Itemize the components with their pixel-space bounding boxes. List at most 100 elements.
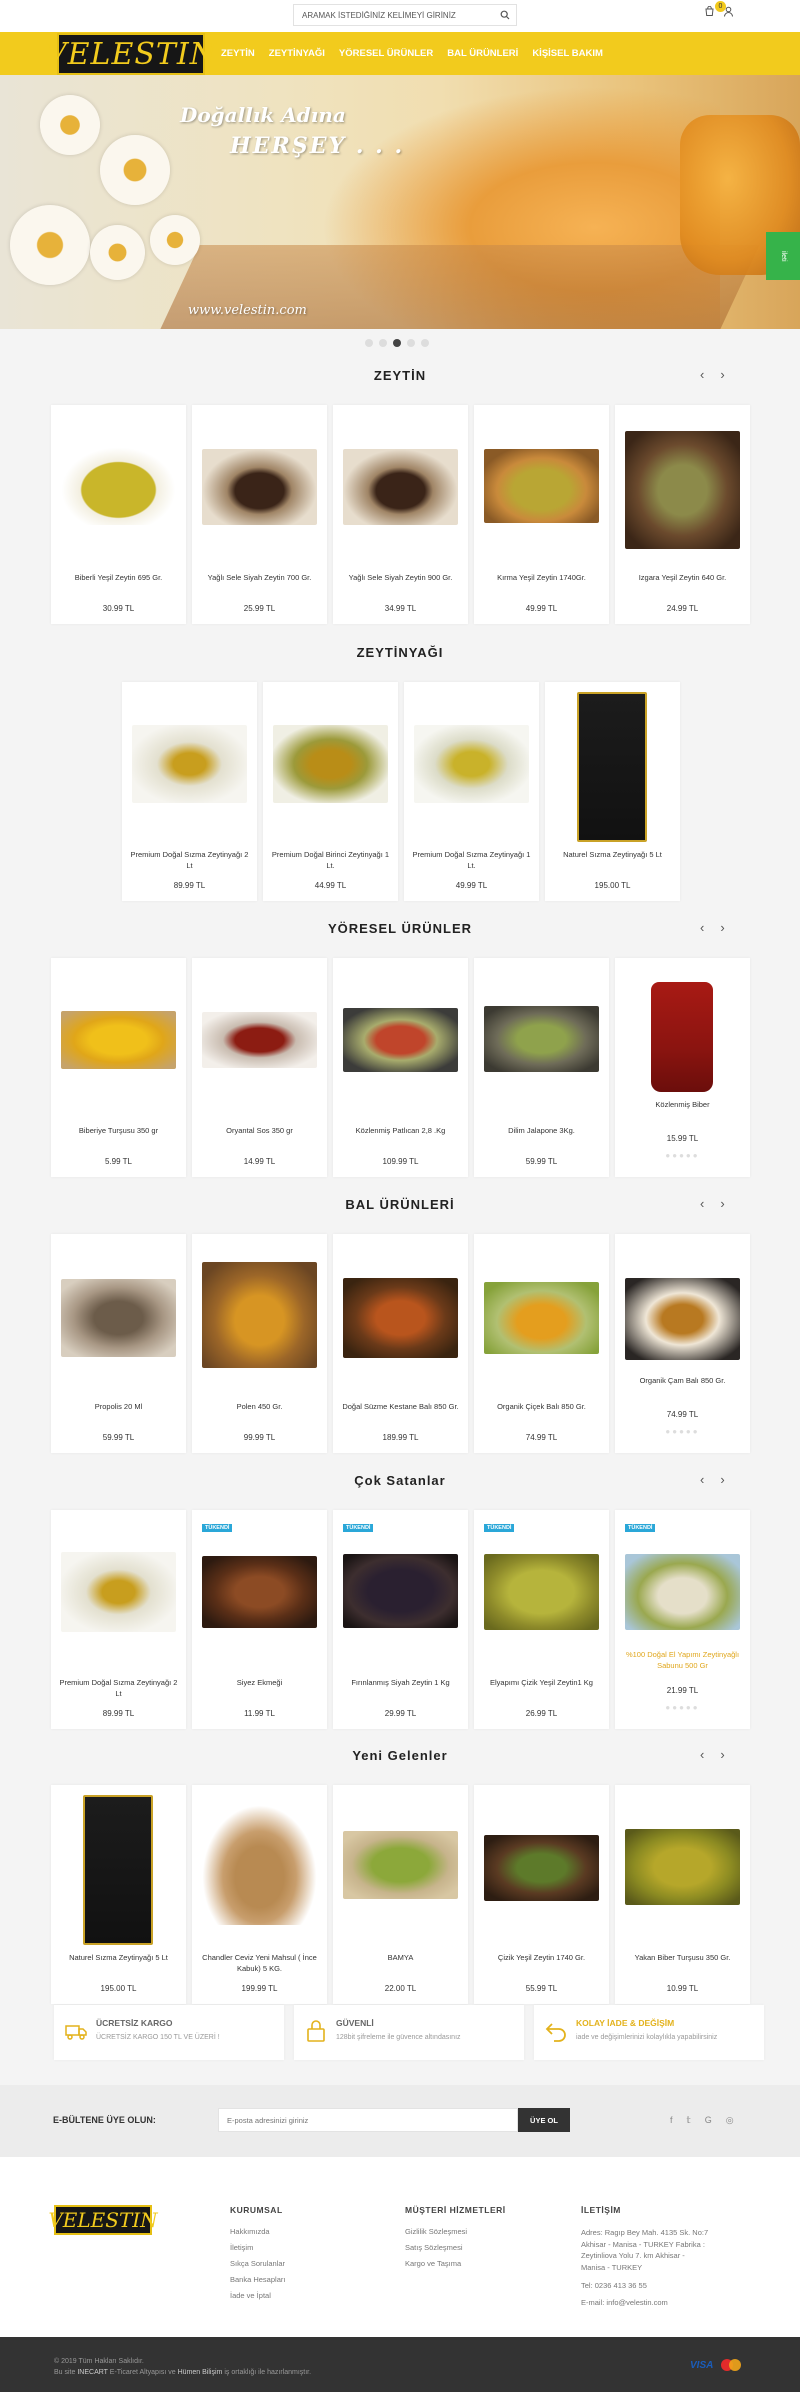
product-card[interactable]: Organik Çam Balı 850 Gr. 74.99 TL ●●●●● xyxy=(615,1234,750,1453)
product-card[interactable]: Çizik Yeşil Zeytin 1740 Gr. 55.99 TL xyxy=(474,1785,609,2004)
chevron-left-icon[interactable]: ‹ xyxy=(700,1472,704,1487)
product-name: Organik Çam Balı 850 Gr. xyxy=(639,1376,726,1385)
product-card[interactable]: Premium Doğal Sızma Zeytinyağı 2 Lt 89.9… xyxy=(51,1510,186,1729)
product-card[interactable]: TÜKENDİ %100 Doğal El Yapımı Zeytinyağlı… xyxy=(615,1510,750,1729)
chevron-left-icon[interactable]: ‹ xyxy=(700,1196,704,1211)
product-card[interactable]: Premium Doğal Sızma Zeytinyağı 2 Lt 89.9… xyxy=(122,682,257,901)
credit-brand-humen[interactable]: Hümen Bilişim xyxy=(178,2369,223,2376)
product-name: Közlenmiş Patlıcan 2,8 .Kg xyxy=(355,1126,446,1135)
footer-link[interactable]: Banka Hesapları xyxy=(230,2275,285,2284)
product-price: 30.99 TL xyxy=(102,604,135,613)
search-input[interactable] xyxy=(294,5,494,25)
slider-dot[interactable] xyxy=(365,339,373,347)
out-of-stock-badge: TÜKENDİ xyxy=(625,1524,656,1532)
product-price: 25.99 TL xyxy=(243,604,276,613)
product-card[interactable]: Polen 450 Gr. 99.99 TL xyxy=(192,1234,327,1453)
product-name: Premium Doğal Sızma Zeytinyağı 2 Lt xyxy=(130,850,249,870)
menu-item-yoresel-urunler[interactable]: YÖRESEL ÜRÜNLER xyxy=(332,48,440,59)
footer-link[interactable]: İletişim xyxy=(230,2243,285,2252)
product-card[interactable]: Biberiye Turşusu 350 gr 5.99 TL xyxy=(51,958,186,1177)
chevron-right-icon[interactable]: › xyxy=(720,1747,724,1762)
chevron-right-icon[interactable]: › xyxy=(720,1196,724,1211)
return-arrow-icon xyxy=(545,2023,566,2042)
newsletter-email-input[interactable] xyxy=(218,2108,518,2132)
footer-link[interactable]: Kargo ve Taşıma xyxy=(405,2259,506,2268)
product-card[interactable]: BAMYA 22.00 TL xyxy=(333,1785,468,2004)
footer-link[interactable]: Sıkça Sorulanlar xyxy=(230,2259,285,2268)
menu-item-bal-urunleri[interactable]: BAL ÜRÜNLERİ xyxy=(440,48,525,59)
carousel-arrows: ‹ › xyxy=(700,1747,725,1762)
product-card[interactable]: TÜKENDİ Elyapımı Çizik Yeşil Zeytin1 Kg … xyxy=(474,1510,609,1729)
product-card[interactable]: Oryantal Sos 350 gr 14.99 TL xyxy=(192,958,327,1177)
cart-icon[interactable] xyxy=(704,6,715,17)
product-card[interactable]: Izgara Yeşil Zeytin 640 Gr. 24.99 TL xyxy=(615,405,750,624)
product-card[interactable]: Naturel Sızma Zeytinyağı 5 Lt 195.00 TL xyxy=(51,1785,186,2004)
footer-link[interactable]: İade ve İptal xyxy=(230,2291,285,2300)
footer-link[interactable]: Satış Sözleşmesi xyxy=(405,2243,506,2252)
hero-banner[interactable]: Doğallık Adına HERŞEY . . . www.velestin… xyxy=(0,75,800,329)
slider-dot[interactable] xyxy=(379,339,387,347)
instagram-icon[interactable]: ◎ xyxy=(726,2115,734,2126)
product-image xyxy=(343,449,458,525)
facebook-icon[interactable]: f xyxy=(670,2115,673,2126)
search-button[interactable] xyxy=(494,5,516,25)
footer-email[interactable]: E-mail: info@velestin.com xyxy=(581,2297,711,2309)
credit-brand-inecart[interactable]: INECART xyxy=(77,2369,107,2376)
chevron-right-icon[interactable]: › xyxy=(720,367,724,382)
product-name: Yakan Biber Turşusu 350 Gr. xyxy=(634,1953,731,1962)
slider-dot-active[interactable] xyxy=(393,339,401,347)
chevron-right-icon[interactable]: › xyxy=(720,920,724,935)
product-name: Premium Doğal Sızma Zeytinyağı 1 Lt. xyxy=(412,850,531,870)
site-logo[interactable]: VELESTIN xyxy=(45,33,216,75)
product-image xyxy=(343,1008,458,1072)
product-card[interactable]: Yağlı Sele Siyah Zeytin 700 Gr. 25.99 TL xyxy=(192,405,327,624)
chevron-left-icon[interactable]: ‹ xyxy=(700,1747,704,1762)
product-card[interactable]: TÜKENDİ Fırınlanmış Siyah Zeytin 1 Kg 29… xyxy=(333,1510,468,1729)
menu-item-zeytinyagi[interactable]: ZEYTİNYAĞI xyxy=(262,48,332,59)
footer-logo[interactable]: VELESTIN xyxy=(48,2205,158,2235)
product-card[interactable]: Organik Çiçek Balı 850 Gr. 74.99 TL xyxy=(474,1234,609,1453)
product-card[interactable]: Doğal Süzme Kestane Balı 850 Gr. 189.99 … xyxy=(333,1234,468,1453)
product-card[interactable]: Biberli Yeşil Zeytin 695 Gr. 30.99 TL xyxy=(51,405,186,624)
chevron-left-icon[interactable]: ‹ xyxy=(700,367,704,382)
flower-image xyxy=(100,135,170,205)
slider-dot[interactable] xyxy=(421,339,429,347)
product-card[interactable]: Yağlı Sele Siyah Zeytin 900 Gr. 34.99 TL xyxy=(333,405,468,624)
product-price: 49.99 TL xyxy=(455,881,488,890)
product-image xyxy=(61,1279,176,1357)
product-image xyxy=(625,1829,740,1905)
chevron-left-icon[interactable]: ‹ xyxy=(700,920,704,935)
product-card[interactable]: Naturel Sızma Zeytinyağı 5 Lt 195.00 TL xyxy=(545,682,680,901)
product-price: 189.99 TL xyxy=(382,1433,419,1442)
google-plus-icon[interactable]: G xyxy=(705,2115,712,2126)
product-price: 109.99 TL xyxy=(382,1157,419,1166)
product-card[interactable]: TÜKENDİ Siyez Ekmeği 11.99 TL xyxy=(192,1510,327,1729)
product-card[interactable]: Yakan Biber Turşusu 350 Gr. 10.99 TL xyxy=(615,1785,750,2004)
slider-dot[interactable] xyxy=(407,339,415,347)
product-name: Dilim Jalapone 3Kg. xyxy=(508,1126,575,1135)
product-image xyxy=(83,1795,153,1945)
newsletter-subscribe-button[interactable]: ÜYE OL xyxy=(518,2108,570,2132)
menu-item-kisisel-bakim[interactable]: KİŞİSEL BAKIM xyxy=(525,48,610,59)
product-card[interactable]: Kırma Yeşil Zeytin 1740Gr. 49.99 TL xyxy=(474,405,609,624)
product-card[interactable]: Premium Doğal Birinci Zeytinyağı 1 Lt. 4… xyxy=(263,682,398,901)
product-card[interactable]: Premium Doğal Sızma Zeytinyağı 1 Lt. 49.… xyxy=(404,682,539,901)
product-card[interactable]: Közlenmiş Patlıcan 2,8 .Kg 109.99 TL xyxy=(333,958,468,1177)
footer-address: Adres: Ragıp Bey Mah. 4135 Sk. No:7 Akhi… xyxy=(581,2228,709,2272)
chevron-right-icon[interactable]: › xyxy=(720,1472,724,1487)
product-card[interactable]: Chandler Ceviz Yeni Mahsul ( İnce Kabuk)… xyxy=(192,1785,327,2004)
product-row-yeni-gelenler: Naturel Sızma Zeytinyağı 5 Lt 195.00 TL … xyxy=(51,1785,750,2004)
carousel-arrows: ‹ › xyxy=(700,1196,725,1211)
footer-link[interactable]: Hakkımızda xyxy=(230,2227,285,2236)
side-contact-tab[interactable]: ileti xyxy=(766,232,800,280)
footer-link[interactable]: Gizlilik Sözleşmesi xyxy=(405,2227,506,2236)
credit-mid: E-Ticaret Altyapısı ve xyxy=(109,2369,176,2376)
menu-item-zeytin[interactable]: ZEYTİN xyxy=(214,48,262,59)
product-card[interactable]: Propolis 20 Ml 59.99 TL xyxy=(51,1234,186,1453)
product-price: 89.99 TL xyxy=(102,1709,135,1718)
product-card[interactable]: Dilim Jalapone 3Kg. 59.99 TL xyxy=(474,958,609,1177)
product-price: 14.99 TL xyxy=(243,1157,276,1166)
twitter-icon[interactable]: 𝕥 xyxy=(687,2115,691,2126)
product-card[interactable]: Közlenmiş Biber 15.99 TL ●●●●● xyxy=(615,958,750,1177)
product-price: 74.99 TL xyxy=(525,1433,558,1442)
